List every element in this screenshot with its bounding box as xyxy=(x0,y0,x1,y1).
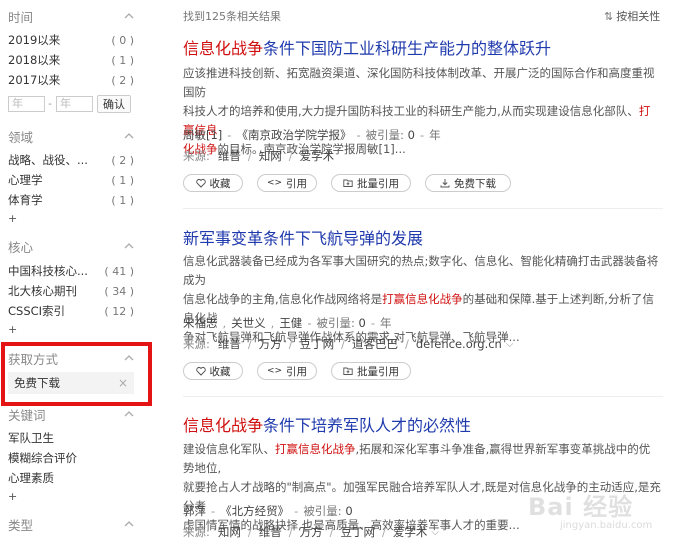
cite-button[interactable]: <> 引用 xyxy=(257,174,317,192)
result-title[interactable]: 新军事变革条件下飞航导弹的发展 xyxy=(183,225,423,249)
sort-icon: ⇅ xyxy=(604,9,614,23)
year-to-input[interactable]: 年 xyxy=(56,96,93,112)
source-link[interactable]: 万方 xyxy=(259,336,282,352)
filter-keyword-item[interactable]: 军队卫生 xyxy=(8,430,134,446)
download-icon xyxy=(440,179,450,188)
filter-keyword-item[interactable]: 心理素质 xyxy=(8,470,134,486)
year-range-dash: - xyxy=(48,97,52,110)
result-sources: 来源: 知网 / 维普 / 万方 / 豆丁网 / 爱学术 ⌵ xyxy=(183,524,439,540)
filter-field-header[interactable]: 领域 xyxy=(8,127,134,145)
author-link[interactable]: 关世义 xyxy=(231,316,266,330)
source-link[interactable]: 道客巴巴 xyxy=(352,336,398,352)
batch-cite-button[interactable]: 批量引用 xyxy=(331,362,411,380)
collect-button[interactable]: 收藏 xyxy=(183,174,243,192)
source-link[interactable]: 维普 xyxy=(259,524,282,540)
source-link[interactable]: 知网 xyxy=(218,524,241,540)
baidu-jingyan-watermark: Bai 经验 xyxy=(528,493,634,521)
source-link[interactable]: defence.org.cn xyxy=(416,337,502,351)
journal-link[interactable]: 《北方经贸》 xyxy=(220,504,289,518)
highlight-annotation-box xyxy=(1,342,152,406)
author-link[interactable]: 王健 xyxy=(279,316,302,330)
folder-plus-icon xyxy=(343,367,353,375)
author-link[interactable]: 郭萍 xyxy=(183,504,206,518)
filter-core-item[interactable]: CSSCI索引 ( 12 ) xyxy=(8,303,134,319)
source-link[interactable]: 万方 xyxy=(300,524,323,540)
chevron-up-icon[interactable] xyxy=(124,131,134,141)
filter-type-header[interactable]: 类型 xyxy=(8,515,134,533)
result-divider xyxy=(183,396,663,397)
cite-button[interactable]: <> 引用 xyxy=(257,362,317,380)
filter-time-title: 时间 xyxy=(8,9,34,25)
heart-icon xyxy=(195,178,206,188)
source-link[interactable]: 豆丁网 xyxy=(341,524,376,540)
filter-core-more[interactable]: + xyxy=(8,323,17,336)
watermark-url: jingyan.baidu.com xyxy=(560,520,653,531)
chevron-up-icon[interactable] xyxy=(124,519,134,529)
filter-keywords-header[interactable]: 关键词 xyxy=(8,405,134,423)
code-icon: <> xyxy=(266,178,283,188)
filter-time-header[interactable]: 时间 xyxy=(8,7,134,25)
batch-cite-button[interactable]: 批量引用 xyxy=(331,174,411,192)
filter-time-item[interactable]: 2017以来 ( 2 ) xyxy=(8,72,134,88)
filter-field-more[interactable]: + xyxy=(8,212,17,225)
free-download-button[interactable]: 免费下载 xyxy=(425,174,511,192)
result-abstract: 信息化武器装备已经成为各军事大国研究的热点;数字化、信息化、智能化精确打击武器装… xyxy=(183,254,659,344)
chevron-up-icon[interactable] xyxy=(124,11,134,21)
filter-core-item[interactable]: 北大核心期刊 ( 34 ) xyxy=(8,283,134,299)
chevron-up-icon[interactable] xyxy=(124,409,134,419)
filter-field-item[interactable]: 体育学 ( 1 ) xyxy=(8,192,134,208)
result-count: 找到125条相关结果 xyxy=(183,10,281,23)
result-title[interactable]: 信息化战争条件下培养军队人才的必然性 xyxy=(183,412,471,436)
filter-field-item[interactable]: 心理学 ( 1 ) xyxy=(8,172,134,188)
heart-icon xyxy=(195,366,206,376)
source-link[interactable]: 豆丁网 xyxy=(300,336,335,352)
filter-core-item[interactable]: 中国科技核心... ( 41 ) xyxy=(8,263,134,279)
result-title[interactable]: 信息化战争条件下国防工业科研生产能力的整体跃升 xyxy=(183,35,551,59)
source-link[interactable]: 维普 xyxy=(218,336,241,352)
filter-keywords-more[interactable]: + xyxy=(8,490,17,503)
result-sources: 来源: 维普 / 知网 / 爱学术 xyxy=(183,148,335,164)
filter-sidebar: 时间 2019以来 ( 0 ) 2018以来 ( 1 ) 2017以来 ( 2 … xyxy=(0,0,152,545)
author-link[interactable]: 周敏[1] xyxy=(183,128,222,142)
filter-time-item[interactable]: 2019以来 ( 0 ) xyxy=(8,32,134,48)
result-divider xyxy=(183,208,663,209)
filter-core-header[interactable]: 核心 xyxy=(8,237,134,255)
result-meta: 宋福志, 关世义, 王健 - 被引量: 0-年 xyxy=(183,316,392,330)
result-meta: 周敏[1] - 《南京政治学院学报》 - 被引量: 0-年 xyxy=(183,128,441,142)
filter-time-item[interactable]: 2018以来 ( 1 ) xyxy=(8,52,134,68)
folder-plus-icon xyxy=(343,179,353,187)
author-link[interactable]: 宋福志 xyxy=(183,316,218,330)
sort-by-relevance[interactable]: ⇅ 按相关性 xyxy=(604,8,660,24)
confirm-year-button[interactable]: 确认 xyxy=(97,95,131,113)
chevron-down-icon[interactable]: ⌵ xyxy=(431,527,439,538)
year-from-input[interactable]: 年 xyxy=(8,96,45,112)
chevron-up-icon[interactable] xyxy=(124,241,134,251)
source-link[interactable]: 爱学术 xyxy=(300,148,335,164)
chevron-down-icon[interactable]: ⌵ xyxy=(506,339,514,350)
source-link[interactable]: 维普 xyxy=(218,148,241,164)
source-link[interactable]: 爱学术 xyxy=(393,524,428,540)
journal-link[interactable]: 《南京政治学院学报》 xyxy=(236,128,351,142)
filter-field-item[interactable]: 战略、战役、... ( 2 ) xyxy=(8,152,134,168)
result-meta: 郭萍 - 《北方经贸》 - 被引量: 0 xyxy=(183,504,353,518)
source-link[interactable]: 知网 xyxy=(259,148,282,164)
collect-button[interactable]: 收藏 xyxy=(183,362,243,380)
code-icon: <> xyxy=(266,366,283,376)
filter-keyword-item[interactable]: 模糊综合评价 xyxy=(8,450,134,466)
result-sources: 来源: 维普 / 万方 / 豆丁网 / 道客巴巴 / defence.org.cn ⌵ xyxy=(183,336,514,352)
result-abstract: 应该推进科技创新、拓宽融资渠道、深化国防科技体制改革、开展广泛的国际合作和高度重… xyxy=(183,66,655,156)
